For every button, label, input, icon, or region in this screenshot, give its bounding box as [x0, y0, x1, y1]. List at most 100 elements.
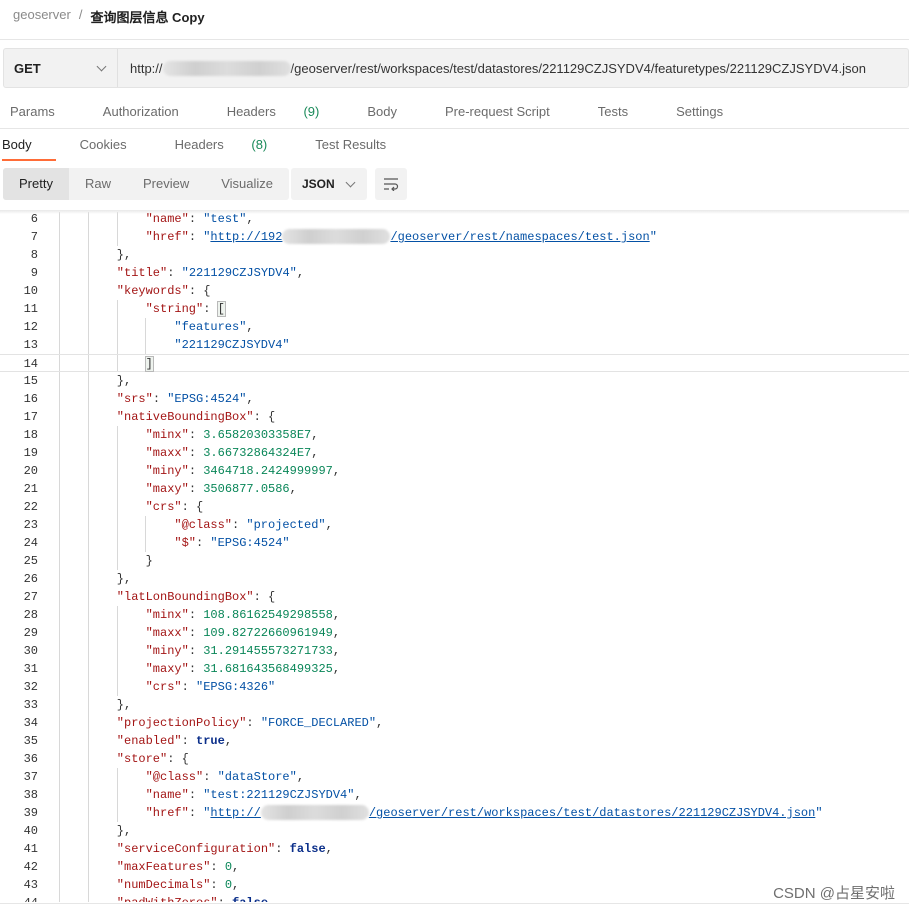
json-key: "minx": [145, 428, 189, 442]
code-text: },: [117, 372, 131, 390]
request-name[interactable]: 查询图层信息 Copy: [90, 7, 204, 26]
response-body-editor[interactable]: 6 "name": "test", 7 "href": " http://192/geo…: [0, 212, 909, 902]
json-string: "EPSG:4326": [196, 680, 276, 694]
tab-headers[interactable]: Headers (8): [175, 137, 292, 152]
json-punctuation: :: [210, 860, 225, 874]
json-link[interactable]: http://192: [210, 230, 282, 244]
indent-guide: [59, 804, 60, 822]
json-punctuation: :: [188, 464, 204, 478]
method-select[interactable]: GET: [4, 49, 118, 87]
code-text: }: [146, 552, 153, 570]
json-punctuation: ,: [332, 464, 341, 478]
json-punctuation: :: [152, 392, 168, 406]
code-line: 21 "maxy": 3506877.0586,: [0, 480, 909, 498]
code-text: "latLonBoundingBox": {: [117, 588, 275, 606]
indent-guide: [116, 300, 118, 318]
code-text: "keywords": {: [117, 282, 211, 300]
line-number: 24: [23, 536, 38, 550]
format-select[interactable]: JSON: [291, 168, 367, 200]
indent-guide: [116, 552, 118, 570]
indent-guide: [87, 750, 89, 768]
breadcrumb-parent[interactable]: geoserver: [13, 7, 71, 26]
indent-guide: [87, 786, 89, 804]
json-string: "FORCE_DECLARED": [260, 716, 377, 730]
wrap-lines-button[interactable]: [375, 168, 407, 200]
json-punctuation: },: [116, 698, 132, 712]
json-punctuation: ,: [246, 320, 254, 334]
code-text: "maxx": 109.82722660961949,: [146, 624, 340, 642]
line-number: 26: [23, 572, 38, 586]
indent-guide: [87, 552, 89, 570]
indent-guide: [59, 678, 60, 696]
tab-body[interactable]: Body: [367, 104, 421, 119]
line-number: 21: [23, 482, 38, 496]
tab-body[interactable]: Body: [2, 137, 56, 161]
view-mode-visualize[interactable]: Visualize: [205, 168, 289, 200]
tab-headers[interactable]: Headers (9): [227, 104, 344, 119]
indent-guide: [87, 264, 89, 282]
json-punctuation: },: [116, 248, 132, 262]
indent-guide: [87, 212, 89, 228]
url-input[interactable]: http:// /geoserver/rest/workspaces/test/…: [118, 60, 866, 76]
json-punctuation: ,: [332, 608, 341, 622]
json-link[interactable]: /geoserver/rest/namespaces/test.json: [390, 230, 649, 244]
url-prefix: http://: [130, 60, 163, 76]
json-link[interactable]: /geoserver/rest/workspaces/test/datastor…: [369, 806, 815, 820]
line-number: 29: [23, 626, 38, 640]
json-key: "string": [145, 302, 204, 316]
indent-guide: [59, 876, 60, 894]
indent-guide: [87, 570, 89, 588]
line-number: 10: [23, 284, 38, 298]
json-key: "keywords": [116, 284, 189, 298]
json-punctuation: :: [196, 536, 211, 550]
code-line: 11 "string": [: [0, 300, 909, 318]
code-text: "221129CZJSYDV4": [174, 336, 289, 354]
json-number: 3506877.0586: [203, 482, 290, 496]
code-line: 10 "keywords": {: [0, 282, 909, 300]
code-text: "title": "221129CZJSYDV4",: [117, 264, 304, 282]
indent-guide: [116, 355, 118, 371]
code-line: 17 "nativeBoundingBox": {: [0, 408, 909, 426]
tab-cookies[interactable]: Cookies: [80, 137, 151, 152]
view-mode-pretty[interactable]: Pretty: [3, 168, 69, 200]
tab-settings[interactable]: Settings: [676, 104, 747, 119]
json-key: "@class": [174, 518, 232, 532]
indent-guide: [116, 642, 118, 660]
tab-pre-request-script[interactable]: Pre-request Script: [445, 104, 574, 119]
line-number: 31: [23, 662, 38, 676]
indent-guide: [87, 840, 89, 858]
indent-guide: [87, 408, 89, 426]
indent-guide: [116, 228, 118, 246]
view-mode-raw[interactable]: Raw: [69, 168, 127, 200]
tab-label: Body: [367, 104, 397, 119]
indent-guide: [87, 318, 89, 336]
method-label: GET: [14, 60, 41, 76]
code-text: },: [117, 696, 131, 714]
indent-guide: [87, 876, 89, 894]
indent-guide: [59, 552, 60, 570]
json-punctuation: :: [188, 644, 204, 658]
code-text: "miny": 31.291455573271733,: [146, 642, 340, 660]
json-punctuation: :: [203, 770, 218, 784]
indent-guide: [87, 660, 89, 678]
json-link[interactable]: http://: [210, 806, 260, 820]
code-text: "projectionPolicy": "FORCE_DECLARED",: [117, 714, 383, 732]
indent-guide: [116, 768, 118, 786]
line-number: 18: [23, 428, 38, 442]
tab-tests[interactable]: Tests: [598, 104, 652, 119]
json-string: "221129CZJSYDV4": [174, 338, 290, 352]
line-number: 34: [23, 716, 38, 730]
json-number: 31.681643568499325: [203, 662, 333, 676]
view-mode-selector: Pretty Raw Preview Visualize: [3, 168, 290, 200]
tab-authorization[interactable]: Authorization: [103, 104, 203, 119]
json-key: "store": [116, 752, 168, 766]
view-mode-preview[interactable]: Preview: [127, 168, 205, 200]
json-punctuation: ,: [246, 392, 254, 406]
line-number: 14: [23, 357, 38, 371]
tab-test-results[interactable]: Test Results: [315, 137, 410, 152]
json-punctuation: ,: [332, 626, 341, 640]
tab-params[interactable]: Params: [10, 104, 79, 119]
code-text: "maxFeatures": 0,: [117, 858, 239, 876]
json-punctuation: ,: [232, 878, 240, 892]
code-text: "minx": 3.65820303358E7,: [146, 426, 319, 444]
